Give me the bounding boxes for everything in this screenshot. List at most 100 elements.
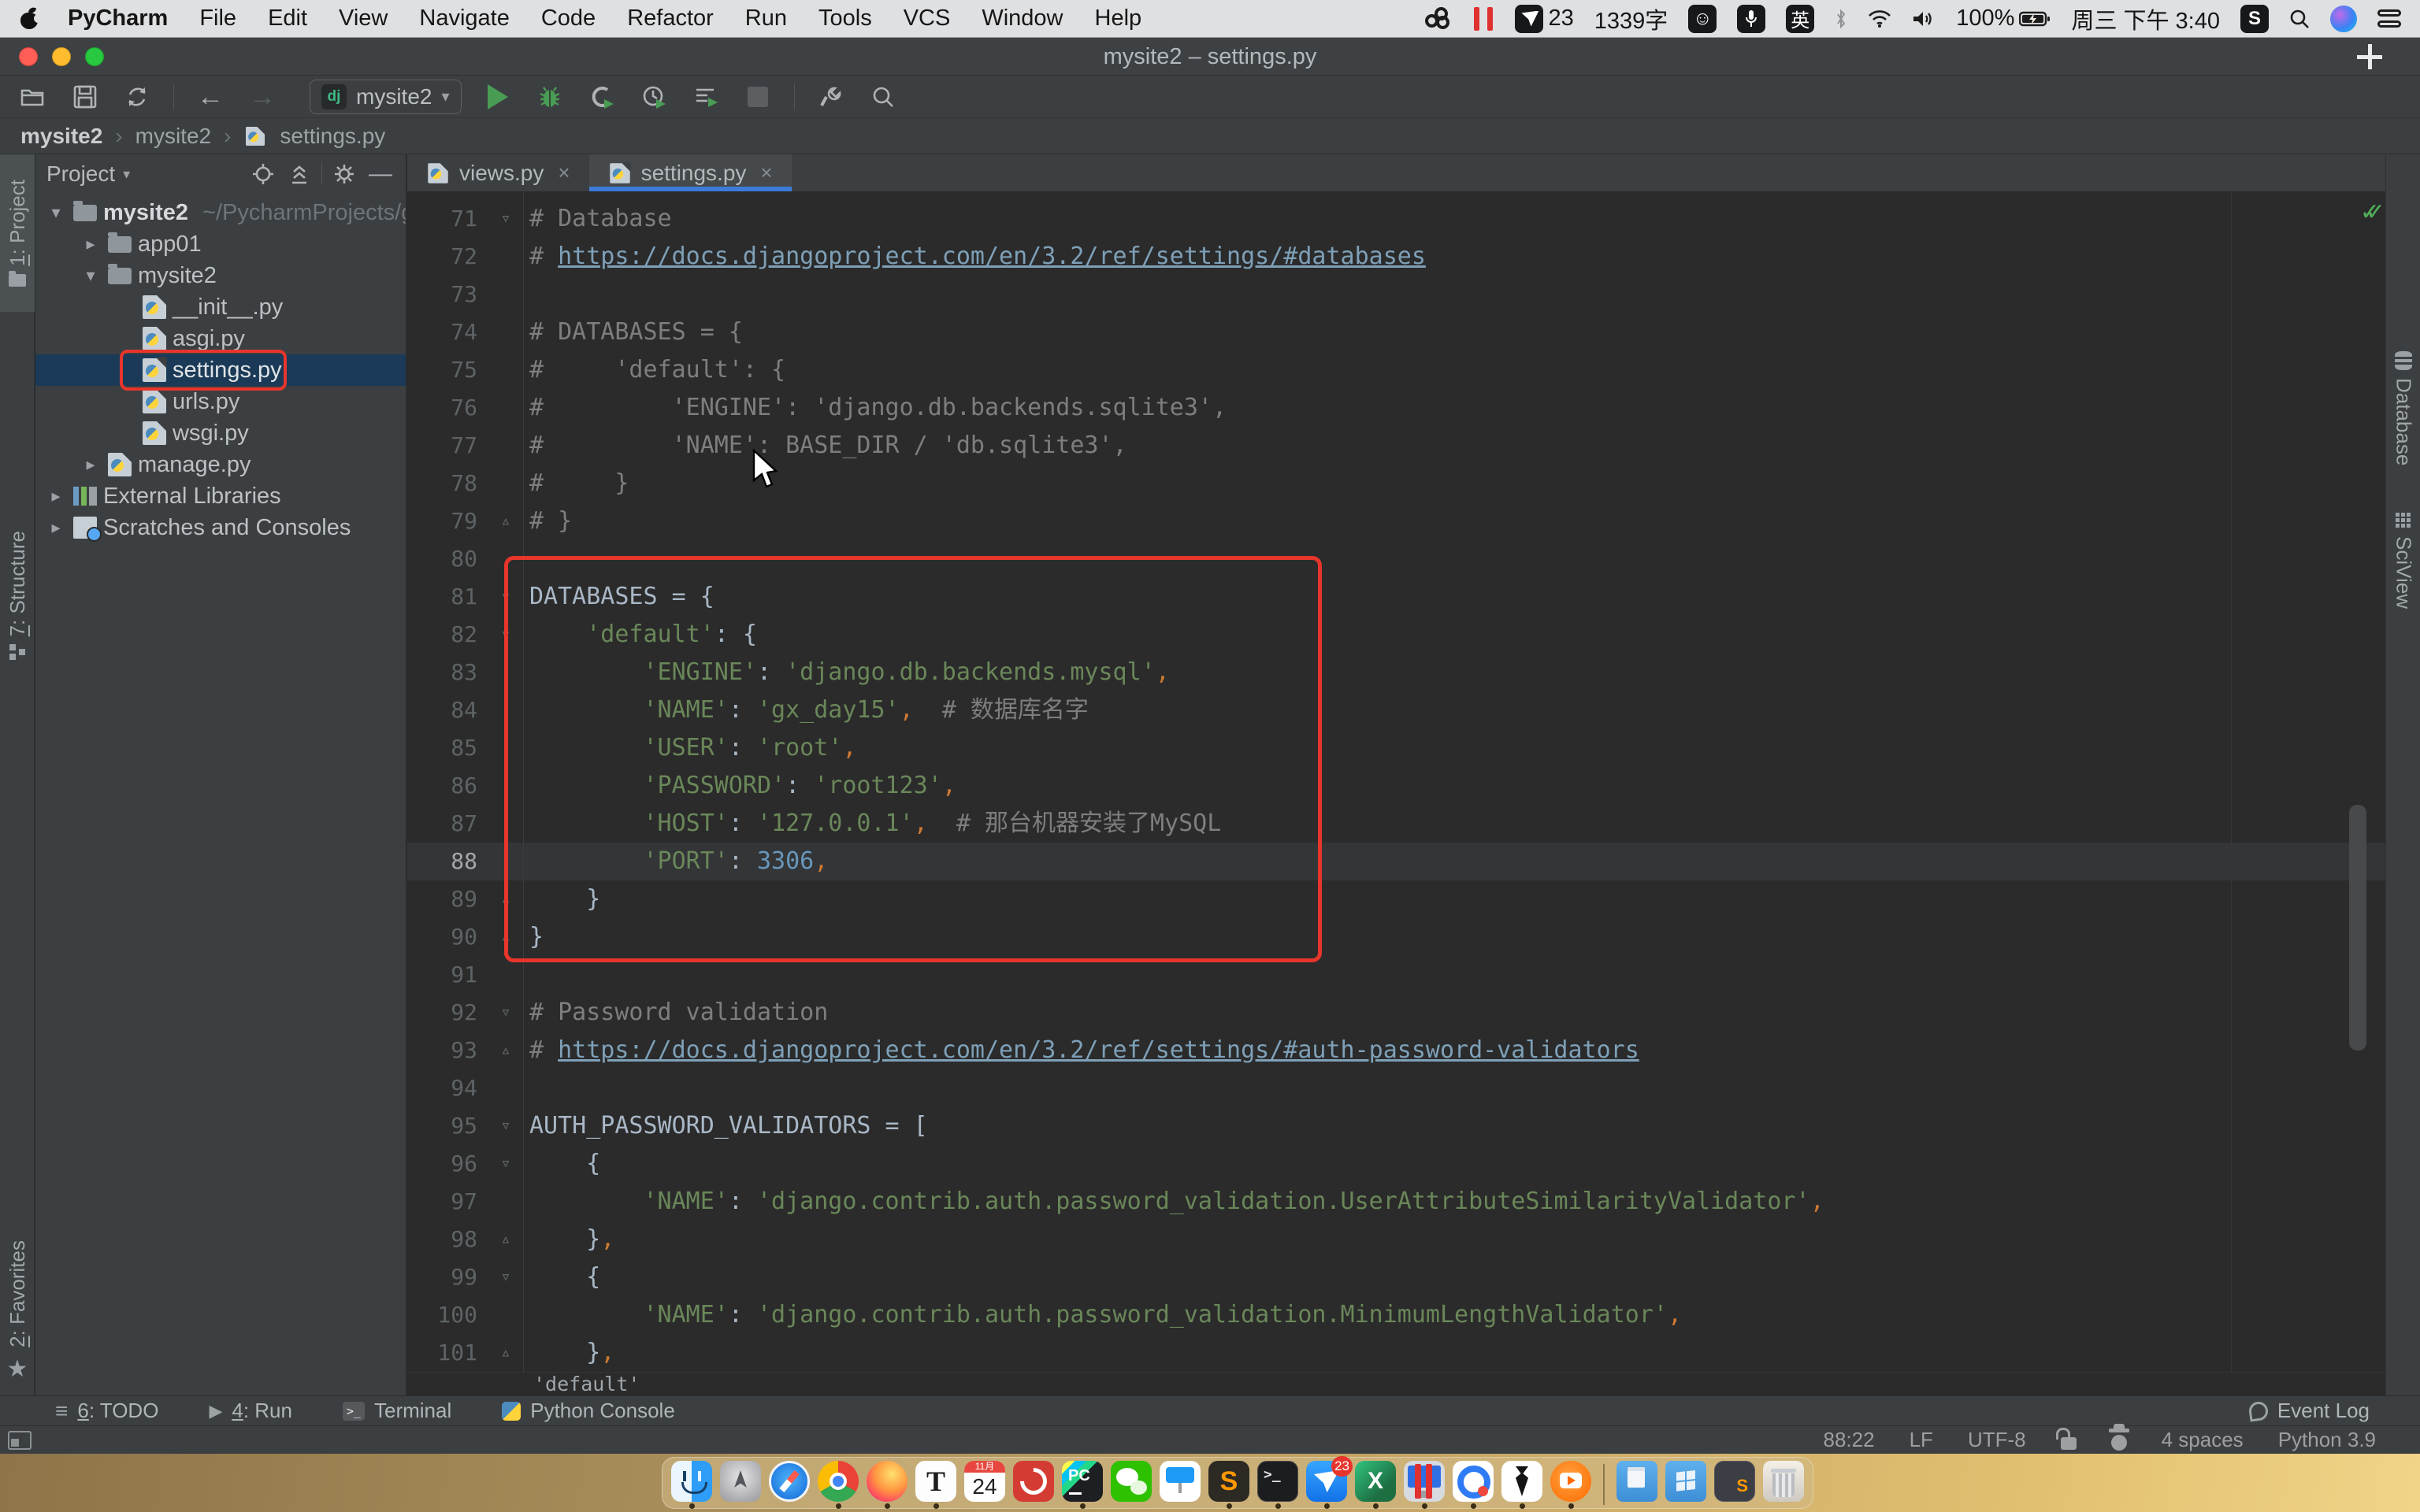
line-number[interactable]: 90 (407, 918, 482, 956)
fold-marker-icon[interactable]: ▵ (482, 502, 529, 540)
volume-icon[interactable] (1912, 9, 1936, 28)
toolwindow-switcher-icon[interactable] (8, 1431, 32, 1450)
fold-marker-icon[interactable]: ▵ (482, 1032, 529, 1069)
fold-marker-icon[interactable]: ▵ (482, 1334, 529, 1372)
code-line-72[interactable]: 72# https://docs.djangoproject.com/en/3.… (407, 238, 2385, 276)
tool-tab-sciview[interactable]: SciView (2386, 513, 2420, 670)
line-number[interactable]: 95 (407, 1107, 482, 1145)
dock-iqiyi[interactable] (1550, 1461, 1592, 1509)
code-line-98[interactable]: 98▵ }, (407, 1221, 2385, 1258)
ime-lang-icon[interactable]: 英 (1786, 5, 1814, 33)
tab-settings-py[interactable]: settings.py × (589, 154, 792, 191)
fold-marker-icon[interactable] (482, 276, 529, 313)
bluetooth-icon[interactable] (1835, 9, 1847, 29)
fold-marker-icon[interactable] (482, 351, 529, 389)
wifi-icon[interactable] (1868, 9, 1891, 28)
line-number[interactable]: 94 (407, 1069, 482, 1107)
code-line-99[interactable]: 99▿ { (407, 1258, 2385, 1296)
dock-terminal[interactable]: >_ (1256, 1461, 1299, 1509)
line-number[interactable]: 88 (407, 843, 482, 880)
fold-marker-icon[interactable] (482, 313, 529, 351)
fold-marker-icon[interactable]: ▿ (482, 1107, 529, 1145)
dock-keynote[interactable] (1159, 1461, 1201, 1509)
menu-navigate[interactable]: Navigate (419, 6, 509, 32)
tool-tab-project[interactable]: 1: Project (0, 154, 35, 312)
code-line-76[interactable]: 76# 'ENGINE': 'django.db.backends.sqlite… (407, 389, 2385, 427)
breadcrumb-package[interactable]: mysite2 (135, 124, 211, 149)
dock-wechat[interactable] (1110, 1461, 1152, 1509)
dock-finder[interactable] (670, 1461, 713, 1509)
dock-excel[interactable]: X (1354, 1461, 1397, 1509)
profiler-button[interactable] (638, 81, 670, 113)
code-line-96[interactable]: 96▿ { (407, 1145, 2385, 1183)
dingtalk-status[interactable]: 23 (1515, 5, 1573, 33)
sogou-ime-icon[interactable]: ☺ (1688, 5, 1717, 33)
bartender-icon[interactable] (1425, 7, 1452, 31)
toolwindow-terminal[interactable]: >_ Terminal (343, 1399, 451, 1423)
open-button[interactable] (17, 81, 49, 113)
tool-tab-database[interactable]: Database (2386, 351, 2420, 509)
menu-window[interactable]: Window (982, 6, 1063, 32)
debug-button[interactable] (534, 81, 566, 113)
dock-tie-app[interactable] (1501, 1461, 1543, 1509)
dock-sunflower-remote[interactable] (1452, 1461, 1494, 1509)
line-number[interactable]: 99 (407, 1258, 482, 1296)
line-separator[interactable]: LF (1910, 1428, 1933, 1452)
search-everywhere-icon[interactable] (867, 81, 899, 113)
fold-marker-icon[interactable] (482, 238, 529, 276)
line-number[interactable]: 98 (407, 1221, 482, 1258)
fold-marker-icon[interactable] (482, 389, 529, 427)
code-line-93[interactable]: 93▵# https://docs.djangoproject.com/en/3… (407, 1032, 2385, 1069)
settings-wrench-icon[interactable] (815, 81, 847, 113)
line-number[interactable]: 80 (407, 540, 482, 578)
code-line-74[interactable]: 74# DATABASES = { (407, 313, 2385, 351)
menu-code[interactable]: Code (541, 6, 596, 32)
code-line-75[interactable]: 75# 'default': { (407, 351, 2385, 389)
dock-safari[interactable] (768, 1461, 811, 1509)
stop-button[interactable] (742, 81, 774, 113)
read-write-lock-icon[interactable] (2061, 1437, 2077, 1450)
apple-menu-icon[interactable] (20, 9, 39, 29)
collapse-all-icon[interactable] (285, 160, 314, 188)
menubar-clock[interactable]: 周三 下午 3:40 (2071, 2, 2220, 35)
toolwindow-python-console[interactable]: Python Console (502, 1399, 675, 1423)
breadcrumb-project[interactable]: mysite2 (20, 124, 102, 149)
dock-netease-music[interactable] (1012, 1461, 1055, 1509)
caret-position[interactable]: 88:22 (1824, 1428, 1875, 1452)
python-interpreter[interactable]: Python 3.9 (2278, 1428, 2376, 1452)
inspections-ok-icon[interactable]: ✓✓ (2360, 198, 2371, 226)
gear-icon[interactable] (330, 160, 358, 188)
line-number[interactable]: 91 (407, 956, 482, 994)
line-number[interactable]: 96 (407, 1145, 482, 1183)
close-tab-icon[interactable]: × (760, 161, 772, 185)
tree-item-urls-py[interactable]: urls.py (35, 386, 406, 417)
menu-app-name[interactable]: PyCharm (68, 6, 168, 32)
indent-setting[interactable]: 4 spaces (2162, 1428, 2244, 1452)
save-all-button[interactable] (69, 81, 101, 113)
line-number[interactable]: 86 (407, 767, 482, 805)
code-line-78[interactable]: 78# } (407, 465, 2385, 502)
dock-pycharm[interactable]: PC (1061, 1461, 1104, 1509)
code-line-92[interactable]: 92▿# Password validation (407, 994, 2385, 1032)
run-configuration-select[interactable]: dj mysite2 ▾ (310, 80, 462, 114)
siri-icon[interactable] (2330, 6, 2357, 32)
dock-folder-windows[interactable] (1665, 1461, 1707, 1509)
dock-parallels[interactable] (1403, 1461, 1446, 1509)
menu-run[interactable]: Run (745, 6, 787, 32)
code-line-101[interactable]: 101▵ }, (407, 1334, 2385, 1372)
back-button[interactable]: ← (195, 81, 226, 113)
line-number[interactable]: 89 (407, 880, 482, 918)
line-number[interactable]: 92 (407, 994, 482, 1032)
code-line-71[interactable]: 71▿# Database (407, 200, 2385, 238)
file-encoding[interactable]: UTF-8 (1968, 1428, 2026, 1452)
tree-item-mysite2[interactable]: ▾mysite2 (35, 260, 406, 291)
line-number[interactable]: 71 (407, 200, 482, 238)
line-number[interactable]: 84 (407, 691, 482, 729)
dock-chrome[interactable] (817, 1461, 859, 1509)
toolwindow-todo[interactable]: ≡ 6: TODO (55, 1399, 158, 1424)
sogou-s-icon[interactable]: S (2240, 5, 2269, 33)
tree-item-external-libraries[interactable]: ▸External Libraries (35, 480, 406, 512)
menu-edit[interactable]: Edit (268, 6, 307, 32)
tree-item-manage-py[interactable]: ▸manage.py (35, 449, 406, 480)
menu-tools[interactable]: Tools (818, 6, 872, 32)
